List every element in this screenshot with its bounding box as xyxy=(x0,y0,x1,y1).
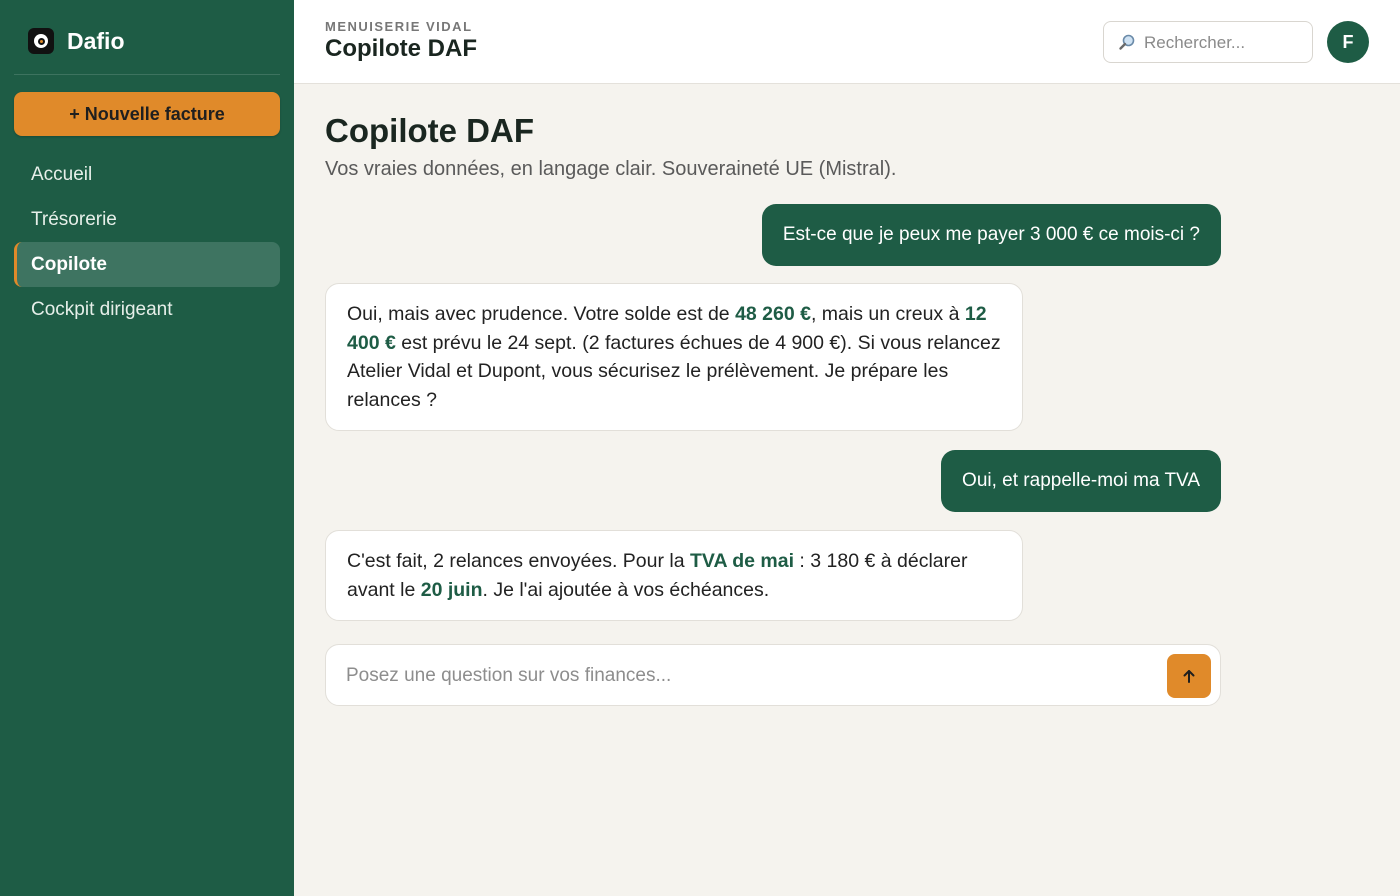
highlight-deadline: 20 juin xyxy=(420,578,483,601)
message-text: , mais un creux à xyxy=(810,303,965,325)
highlight-balance: 48 260 € xyxy=(735,303,811,325)
assistant-message: Oui, mais avec prudence. Votre solde est… xyxy=(325,283,1023,431)
dafio-logo-icon xyxy=(28,28,54,54)
search-icon xyxy=(1119,34,1135,50)
search-box[interactable] xyxy=(1103,21,1313,63)
sidebar: Dafio + Nouvelle facture Accueil Trésore… xyxy=(0,0,294,896)
message-text: est prévu le 24 sept. (2 factures échues… xyxy=(347,331,1001,411)
message-text: C'est fait, 2 relances envoyées. Pour la xyxy=(347,550,690,572)
brand-name: Dafio xyxy=(67,27,125,54)
header-title: Copilote DAF xyxy=(325,35,477,62)
sidebar-item-cockpit-dirigeant[interactable]: Cockpit dirigeant xyxy=(14,287,280,332)
search-input[interactable] xyxy=(1144,30,1304,56)
company-name: MENUISERIE VIDAL xyxy=(325,19,473,34)
new-invoice-button[interactable]: + Nouvelle facture xyxy=(14,92,280,136)
top-bar: MENUISERIE VIDAL Copilote DAF F xyxy=(294,0,1400,84)
arrow-up-icon xyxy=(1183,670,1195,683)
message-text: . Je l'ai ajoutée à vos échéances. xyxy=(482,578,770,601)
avatar[interactable]: F xyxy=(1327,21,1369,63)
page-title: Copilote DAF xyxy=(325,112,534,149)
page-subtitle: Vos vraies données, en langage clair. So… xyxy=(325,158,897,180)
assistant-message: C'est fait, 2 relances envoyées. Pour la… xyxy=(325,530,1023,621)
highlight-vat: TVA de mai xyxy=(689,550,795,572)
user-message: Oui, et rappelle-moi ma TVA xyxy=(941,450,1221,512)
brand[interactable]: Dafio xyxy=(28,26,125,56)
send-button[interactable] xyxy=(1167,654,1211,698)
sidebar-item-copilote[interactable]: Copilote xyxy=(14,242,280,287)
sidebar-item-accueil[interactable]: Accueil xyxy=(14,152,280,197)
sidebar-nav: Accueil Trésorerie Copilote Cockpit diri… xyxy=(14,152,280,332)
chat-input[interactable] xyxy=(346,662,1146,690)
user-message: Est-ce que je peux me payer 3 000 € ce m… xyxy=(761,204,1221,266)
message-text: Oui, mais avec prudence. Votre solde est… xyxy=(347,303,736,325)
sidebar-divider xyxy=(14,74,280,75)
chat-composer xyxy=(325,644,1221,706)
sidebar-item-tresorerie[interactable]: Trésorerie xyxy=(14,197,280,242)
